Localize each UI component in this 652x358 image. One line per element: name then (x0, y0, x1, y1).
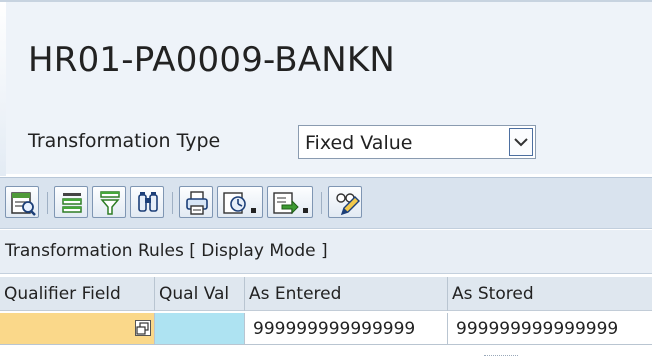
export-menu-button[interactable] (267, 186, 313, 218)
toolbar-separator (321, 192, 322, 214)
header-left-edge (0, 2, 6, 176)
column-header-qual-val[interactable]: Qual Val (155, 277, 245, 311)
binoculars-icon (138, 192, 158, 212)
find-button[interactable] (130, 186, 164, 218)
details-icon (11, 192, 36, 216)
column-header-as-entered[interactable]: As Entered (245, 277, 448, 311)
filter-icon (100, 191, 120, 215)
as-entered-cell[interactable]: 999999999999999 (245, 313, 448, 345)
table-header-row: Qualifier Field Qual Val As Entered As S… (0, 277, 652, 311)
print-button[interactable] (179, 186, 213, 218)
alv-toolbar (0, 177, 652, 356)
print-icon (186, 191, 208, 215)
transformation-type-value: Fixed Value (305, 132, 413, 154)
value-help-icon[interactable] (135, 320, 151, 336)
views-menu-button[interactable] (217, 186, 263, 218)
details-button[interactable] (5, 186, 39, 218)
export-icon (273, 192, 308, 215)
glasses-pencil-icon (336, 193, 360, 216)
filter-button[interactable] (92, 186, 126, 218)
toolbar-separator (172, 192, 173, 214)
section-title-bar: Transformation Rules [ Display Mode ] (0, 230, 652, 274)
screen-header: HR01-PA0009-BANKN Transformation Type Fi… (0, 0, 652, 176)
as-stored-cell[interactable]: 999999999999999 (448, 313, 652, 345)
page-title: HR01-PA0009-BANKN (28, 40, 396, 80)
table-row: 999999999999999 999999999999999 (0, 313, 652, 345)
qualifier-field-cell[interactable] (0, 313, 155, 345)
column-header-qualifier-field[interactable]: Qualifier Field (0, 277, 155, 311)
views-menu-icon (223, 192, 256, 214)
display-change-button[interactable] (328, 186, 362, 218)
align-top-icon (62, 193, 82, 213)
transformation-type-label: Transformation Type (28, 130, 221, 152)
align-top-button[interactable] (54, 186, 88, 218)
chevron-down-icon[interactable] (509, 128, 533, 156)
section-title: Transformation Rules [ Display Mode ] (5, 241, 328, 261)
transformation-type-select[interactable]: Fixed Value (298, 125, 536, 159)
column-header-as-stored[interactable]: As Stored (448, 277, 652, 311)
toolbar-separator (47, 192, 48, 214)
qual-val-cell[interactable] (155, 313, 245, 345)
